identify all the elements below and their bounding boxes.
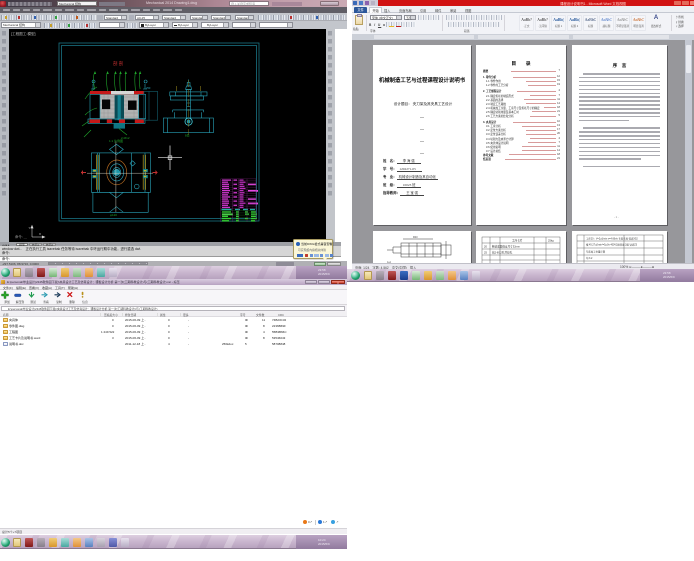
svg-text:精铣底面保证尺寸32mm: 精铣底面保证尺寸32mm (492, 245, 520, 249)
svg-text:φ120: φ120 (110, 213, 117, 217)
svg-text:Φ40: Φ40 (413, 236, 418, 239)
svg-text:均 3.2: 均 3.2 (586, 256, 593, 260)
svg-text:20: 20 (484, 245, 487, 249)
svg-text:25: 25 (484, 251, 487, 255)
svg-text:1:1 比例图: 1:1 比例图 (109, 138, 123, 143)
svg-text:车床加工余量计算: 车床加工余量计算 (586, 250, 606, 254)
svg-text:Y: Y (29, 226, 31, 230)
svg-text:剖 剖: 剖 剖 (113, 60, 124, 67)
svg-text:X: X (39, 232, 41, 236)
svg-text:[工程图工:模型]: [工程图工:模型] (11, 31, 36, 36)
svg-text:根 45.27㎡/min²=5㎡/s 400V2高转速 2组: 根 45.27㎡/min²=5㎡/s 400V2高转速 2组 钻床Z3 (586, 243, 638, 247)
svg-text:工序卡片: 工序卡片 (512, 239, 523, 243)
svg-text:工序20：V=2㎡/min n=4.66r/s 专用夹具 铣: 工序20：V=2㎡/min n=4.66r/s 专用夹具 铣床X52 (586, 237, 638, 241)
svg-text:命令: ＿: 命令: ＿ (15, 234, 28, 239)
svg-text:25kg: 25kg (548, 239, 554, 243)
svg-text:B向: B向 (185, 134, 190, 138)
svg-text:250: 250 (146, 86, 151, 90)
svg-text:钻2-Φ12孔并铰孔: 钻2-Φ12孔并铰孔 (492, 251, 513, 255)
